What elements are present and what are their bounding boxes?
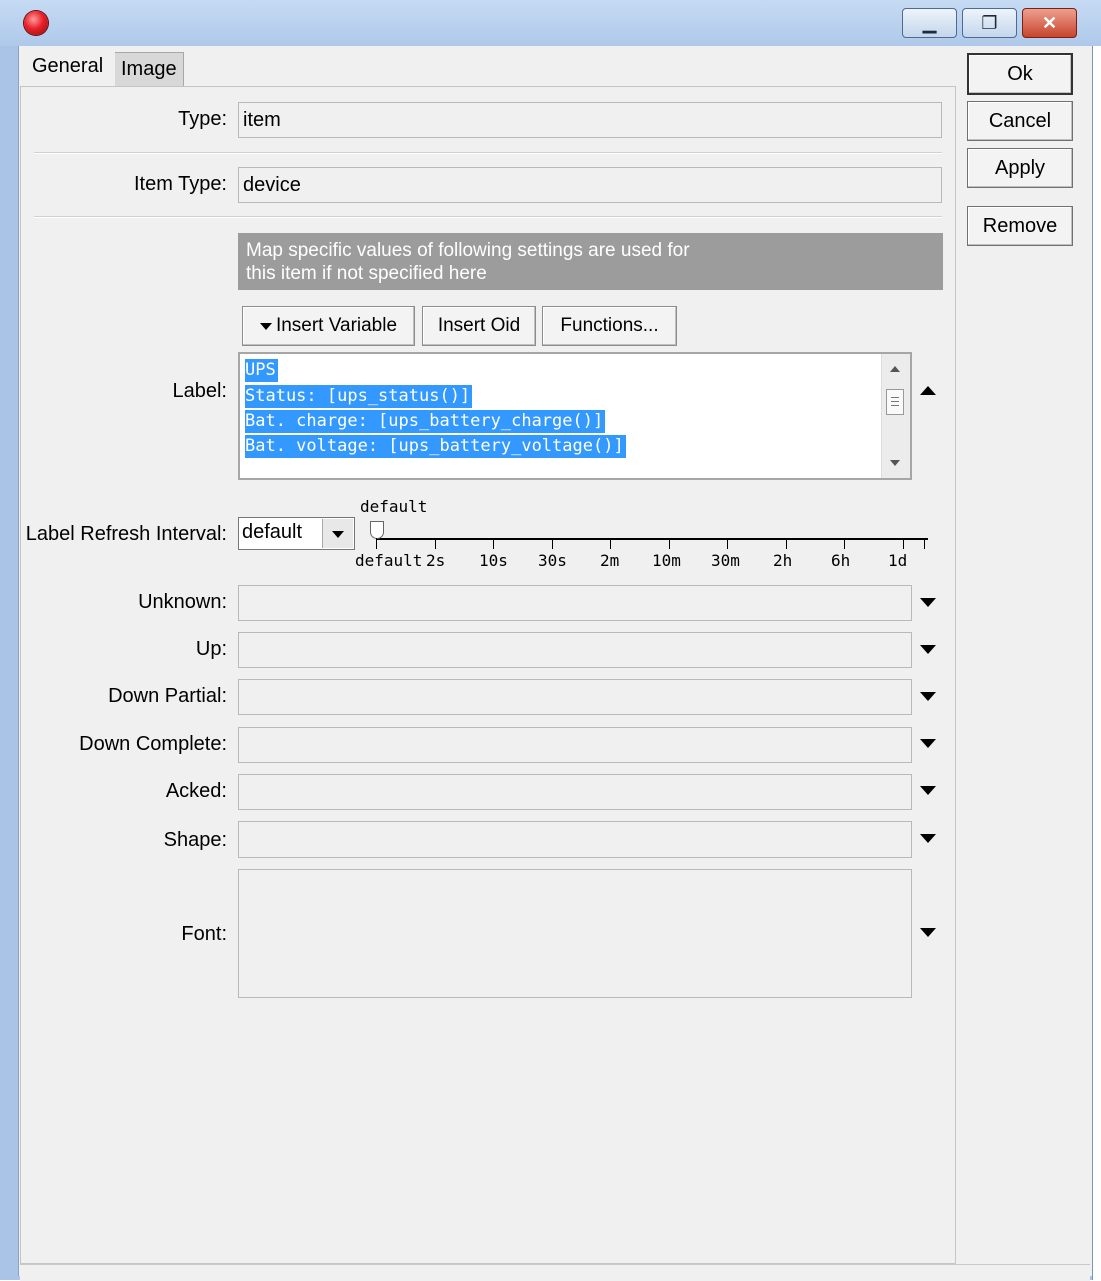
separator: [34, 152, 942, 154]
type-field: item: [238, 102, 942, 138]
cancel-button[interactable]: Cancel: [967, 101, 1073, 141]
slider-current-value: default: [360, 497, 428, 516]
close-button[interactable]: ✕: [1022, 8, 1077, 38]
refresh-interval-value: default: [242, 521, 303, 543]
info-banner: Map specific values of following setting…: [238, 233, 943, 290]
slider-tick: [552, 538, 553, 549]
slider-tick: [610, 538, 611, 549]
scroll-thumb[interactable]: [886, 389, 904, 415]
slider-thumb[interactable]: [370, 521, 384, 539]
slider-tick-label: 2h: [773, 551, 793, 570]
label-text-line: UPS: [245, 359, 278, 382]
slider-tick: [727, 538, 728, 549]
ok-button[interactable]: Ok: [967, 53, 1073, 95]
apply-button[interactable]: Apply: [967, 148, 1073, 188]
down-complete-label: Down Complete:: [79, 733, 227, 755]
window-right-edge: [1092, 46, 1101, 1280]
unknown-field[interactable]: [238, 585, 912, 621]
item-type-label: Item Type:: [133, 173, 227, 195]
slider-tick-label: 6h: [831, 551, 851, 570]
slider-tick: [376, 538, 377, 549]
slider-tick-label: 10s: [479, 551, 508, 570]
refresh-interval-label: Label Refresh Interval:: [25, 523, 227, 545]
down-complete-field[interactable]: [238, 727, 912, 763]
slider-tick: [924, 538, 925, 549]
up-dropdown-icon[interactable]: [920, 645, 936, 654]
type-label: Type:: [178, 108, 227, 130]
insert-oid-button[interactable]: Insert Oid: [422, 306, 536, 346]
slider-tick: [669, 538, 670, 549]
shape-field[interactable]: [238, 821, 912, 858]
slider-tick-label: 2m: [600, 551, 620, 570]
label-text-line: Status: [ups_status()]: [245, 385, 473, 408]
unknown-dropdown-icon[interactable]: [920, 598, 936, 607]
label-text-line: Bat. charge: [ups_battery_charge()]: [245, 410, 606, 433]
up-field[interactable]: [238, 632, 912, 668]
separator: [34, 216, 942, 218]
font-dropdown-icon[interactable]: [920, 928, 936, 937]
label-scrollbar[interactable]: [881, 354, 910, 478]
up-label: Up:: [195, 638, 227, 660]
label-text-line: Bat. voltage: [ups_battery_voltage()]: [245, 435, 626, 458]
label-textarea[interactable]: UPS Status: [ups_status()] Bat. charge: …: [238, 352, 912, 480]
maximize-button[interactable]: ❐: [962, 8, 1017, 38]
slider-tick-label: 30s: [538, 551, 567, 570]
slider-tick: [844, 538, 845, 549]
slider-tick-label: 10m: [652, 551, 681, 570]
dropdown-arrow-icon: [259, 322, 272, 330]
font-field[interactable]: [238, 869, 912, 998]
insert-variable-button[interactable]: Insert Variable: [242, 306, 415, 346]
insert-variable-label: Insert Variable: [275, 315, 398, 336]
slider-tick: [435, 538, 436, 549]
scroll-down-icon[interactable]: [890, 460, 900, 466]
down-partial-label: Down Partial:: [108, 685, 227, 707]
tab-image[interactable]: Image: [114, 52, 184, 86]
tab-general[interactable]: General: [20, 46, 116, 86]
shape-label: Shape:: [163, 829, 227, 851]
slider-tick: [493, 538, 494, 549]
acked-field[interactable]: [238, 774, 912, 810]
slider-tick-label: 1d: [888, 551, 908, 570]
slider-tick-label: default: [355, 551, 423, 570]
refresh-dropdown-button[interactable]: [322, 519, 353, 548]
unknown-label: Unknown:: [138, 591, 227, 613]
status-bar: [20, 1264, 1090, 1281]
shape-dropdown-icon[interactable]: [920, 834, 936, 843]
functions-button[interactable]: Functions...: [542, 306, 677, 346]
collapse-up-icon[interactable]: [920, 386, 936, 395]
chevron-down-icon: [332, 531, 344, 538]
dialog-window: ▁ ❐ ✕ General Image Type: item Item Type…: [0, 0, 1101, 1281]
slider-track: [376, 538, 928, 540]
close-icon: ✕: [1041, 12, 1058, 33]
maximize-icon: ❐: [981, 12, 998, 33]
scroll-up-icon[interactable]: [890, 366, 900, 372]
slider-tick-label: 2s: [426, 551, 446, 570]
label-label: Label:: [172, 380, 228, 402]
item-type-field: device: [238, 167, 942, 203]
down-partial-dropdown-icon[interactable]: [920, 692, 936, 701]
slider-tick: [903, 538, 904, 549]
minimize-button[interactable]: ▁: [902, 8, 957, 38]
banner-line: this item if not specified here: [246, 263, 487, 284]
slider-tick-label: 30m: [711, 551, 740, 570]
banner-line: Map specific values of following setting…: [246, 240, 690, 261]
acked-label: Acked:: [165, 780, 227, 802]
slider-tick: [786, 538, 787, 549]
down-partial-field[interactable]: [238, 679, 912, 715]
minimize-icon: ▁: [922, 12, 937, 33]
down-complete-dropdown-icon[interactable]: [920, 739, 936, 748]
remove-button[interactable]: Remove: [967, 206, 1073, 246]
app-logo-icon[interactable]: [24, 11, 48, 35]
title-bar[interactable]: ▁ ❐ ✕: [0, 0, 1101, 46]
acked-dropdown-icon[interactable]: [920, 786, 936, 795]
refresh-interval-select[interactable]: default: [238, 517, 355, 550]
font-label: Font:: [181, 923, 227, 945]
